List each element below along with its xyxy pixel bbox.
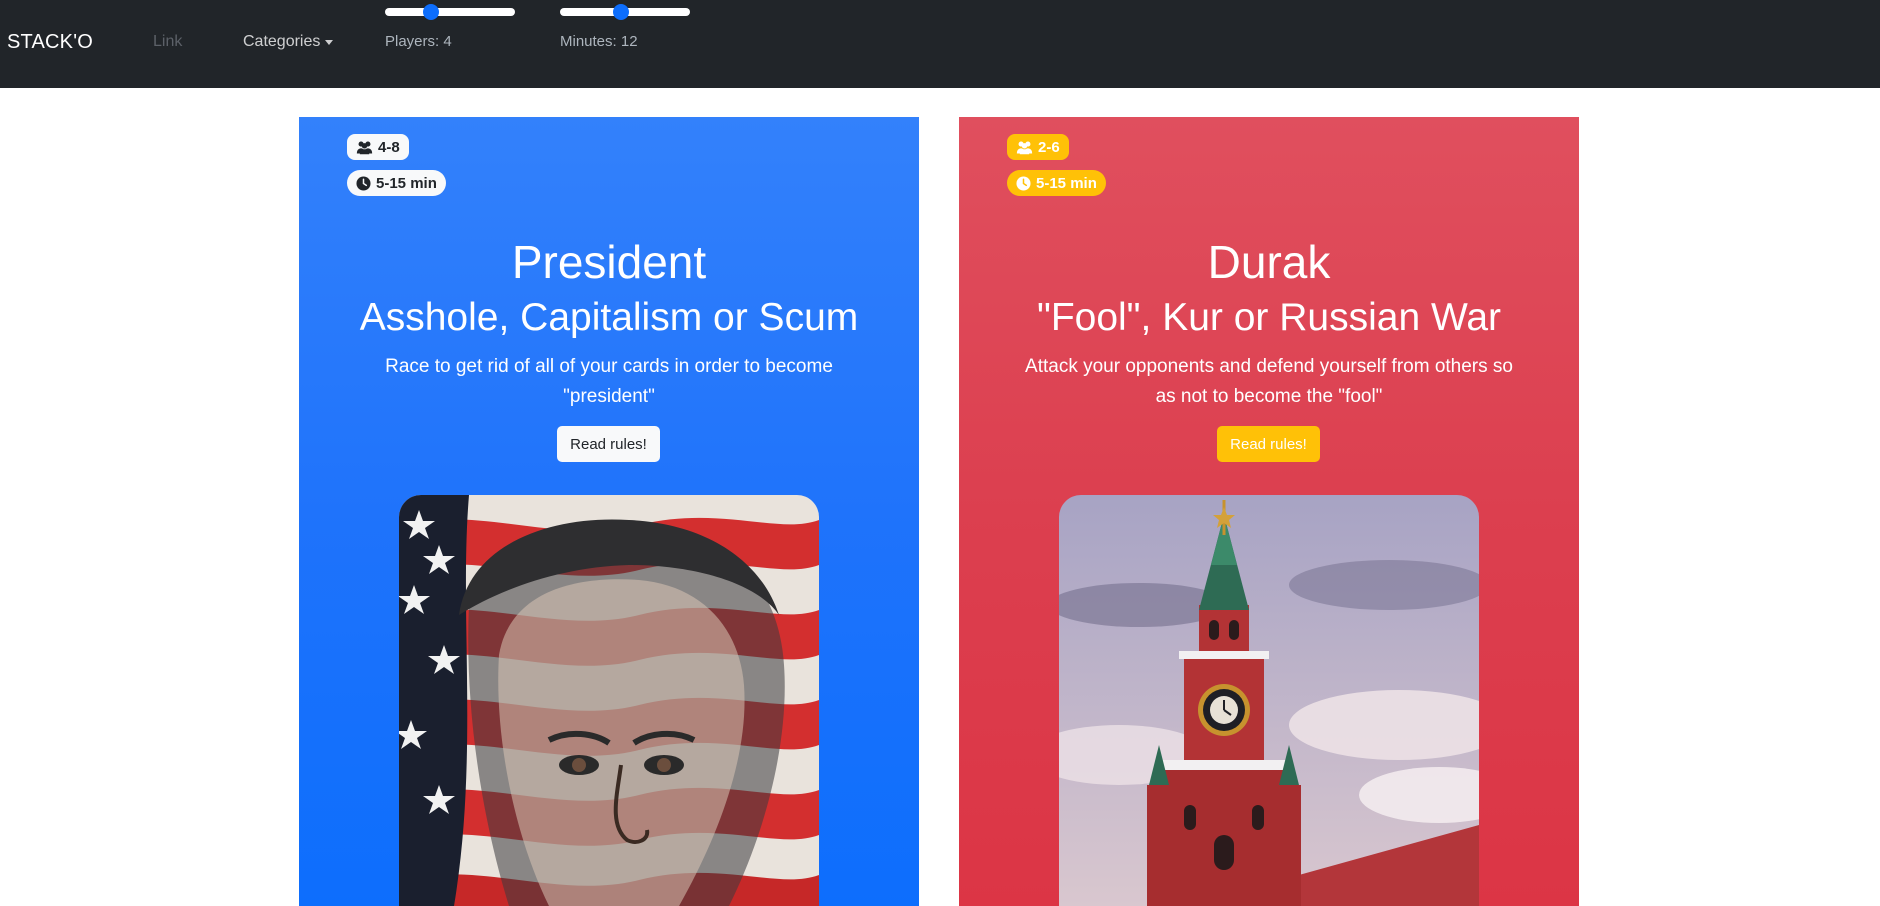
clock-icon <box>356 175 371 191</box>
card-subtitle: "Fool", Kur or Russian War <box>1036 296 1502 339</box>
minutes-slider[interactable] <box>560 4 690 20</box>
time-badge-text: 5-15 min <box>1036 174 1097 192</box>
brand-logo[interactable]: STACK'O <box>7 31 93 54</box>
players-slider-group: Players: 4 <box>385 4 515 50</box>
time-badge-text: 5-15 min <box>376 174 437 192</box>
card-image[interactable] <box>399 495 819 906</box>
minutes-slider-group: Minutes: 12 <box>560 4 690 50</box>
players-badge-text: 4-8 <box>378 138 400 156</box>
categories-dropdown[interactable]: Categories <box>243 33 334 51</box>
clock-icon <box>1016 175 1031 191</box>
top-navbar: STACK'O Link Categories Players: 4 Minut… <box>0 0 1880 88</box>
card-title: President <box>511 236 707 288</box>
users-icon <box>356 141 373 154</box>
card-subtitle: Asshole, Capitalism or Scum <box>359 296 859 339</box>
minutes-slider-caption: Minutes: 12 <box>560 33 638 50</box>
players-badge-text: 2-6 <box>1038 138 1060 156</box>
game-card-president: 4-8 5-15 min President Asshole, Capitali… <box>299 117 919 906</box>
read-rules-button[interactable]: Read rules! <box>1217 426 1320 462</box>
players-slider-caption: Players: 4 <box>385 33 452 50</box>
players-badge: 2-6 <box>1007 134 1069 160</box>
lincoln-flag-illustration-icon <box>399 495 819 906</box>
minutes-slider-thumb[interactable] <box>613 4 630 20</box>
time-badge: 5-15 min <box>1007 170 1106 196</box>
players-slider-thumb[interactable] <box>422 4 439 20</box>
time-badge: 5-15 min <box>347 170 446 196</box>
categories-label: Categories <box>243 33 321 50</box>
players-badge: 4-8 <box>347 134 409 160</box>
users-icon <box>1016 141 1033 154</box>
caret-down-icon <box>325 40 334 45</box>
card-title: Durak <box>1207 236 1331 288</box>
card-description: Race to get rid of all of your cards in … <box>385 356 833 407</box>
kremlin-tower-illustration-icon <box>1059 495 1479 906</box>
players-slider[interactable] <box>385 4 515 20</box>
game-card-durak: 2-6 5-15 min Durak "Fool", Kur or Russia… <box>959 117 1579 906</box>
nav-link[interactable]: Link <box>153 33 182 51</box>
card-image[interactable] <box>1059 495 1479 906</box>
read-rules-button[interactable]: Read rules! <box>557 426 660 462</box>
card-description: Attack your opponents and defend yoursel… <box>1025 356 1513 407</box>
